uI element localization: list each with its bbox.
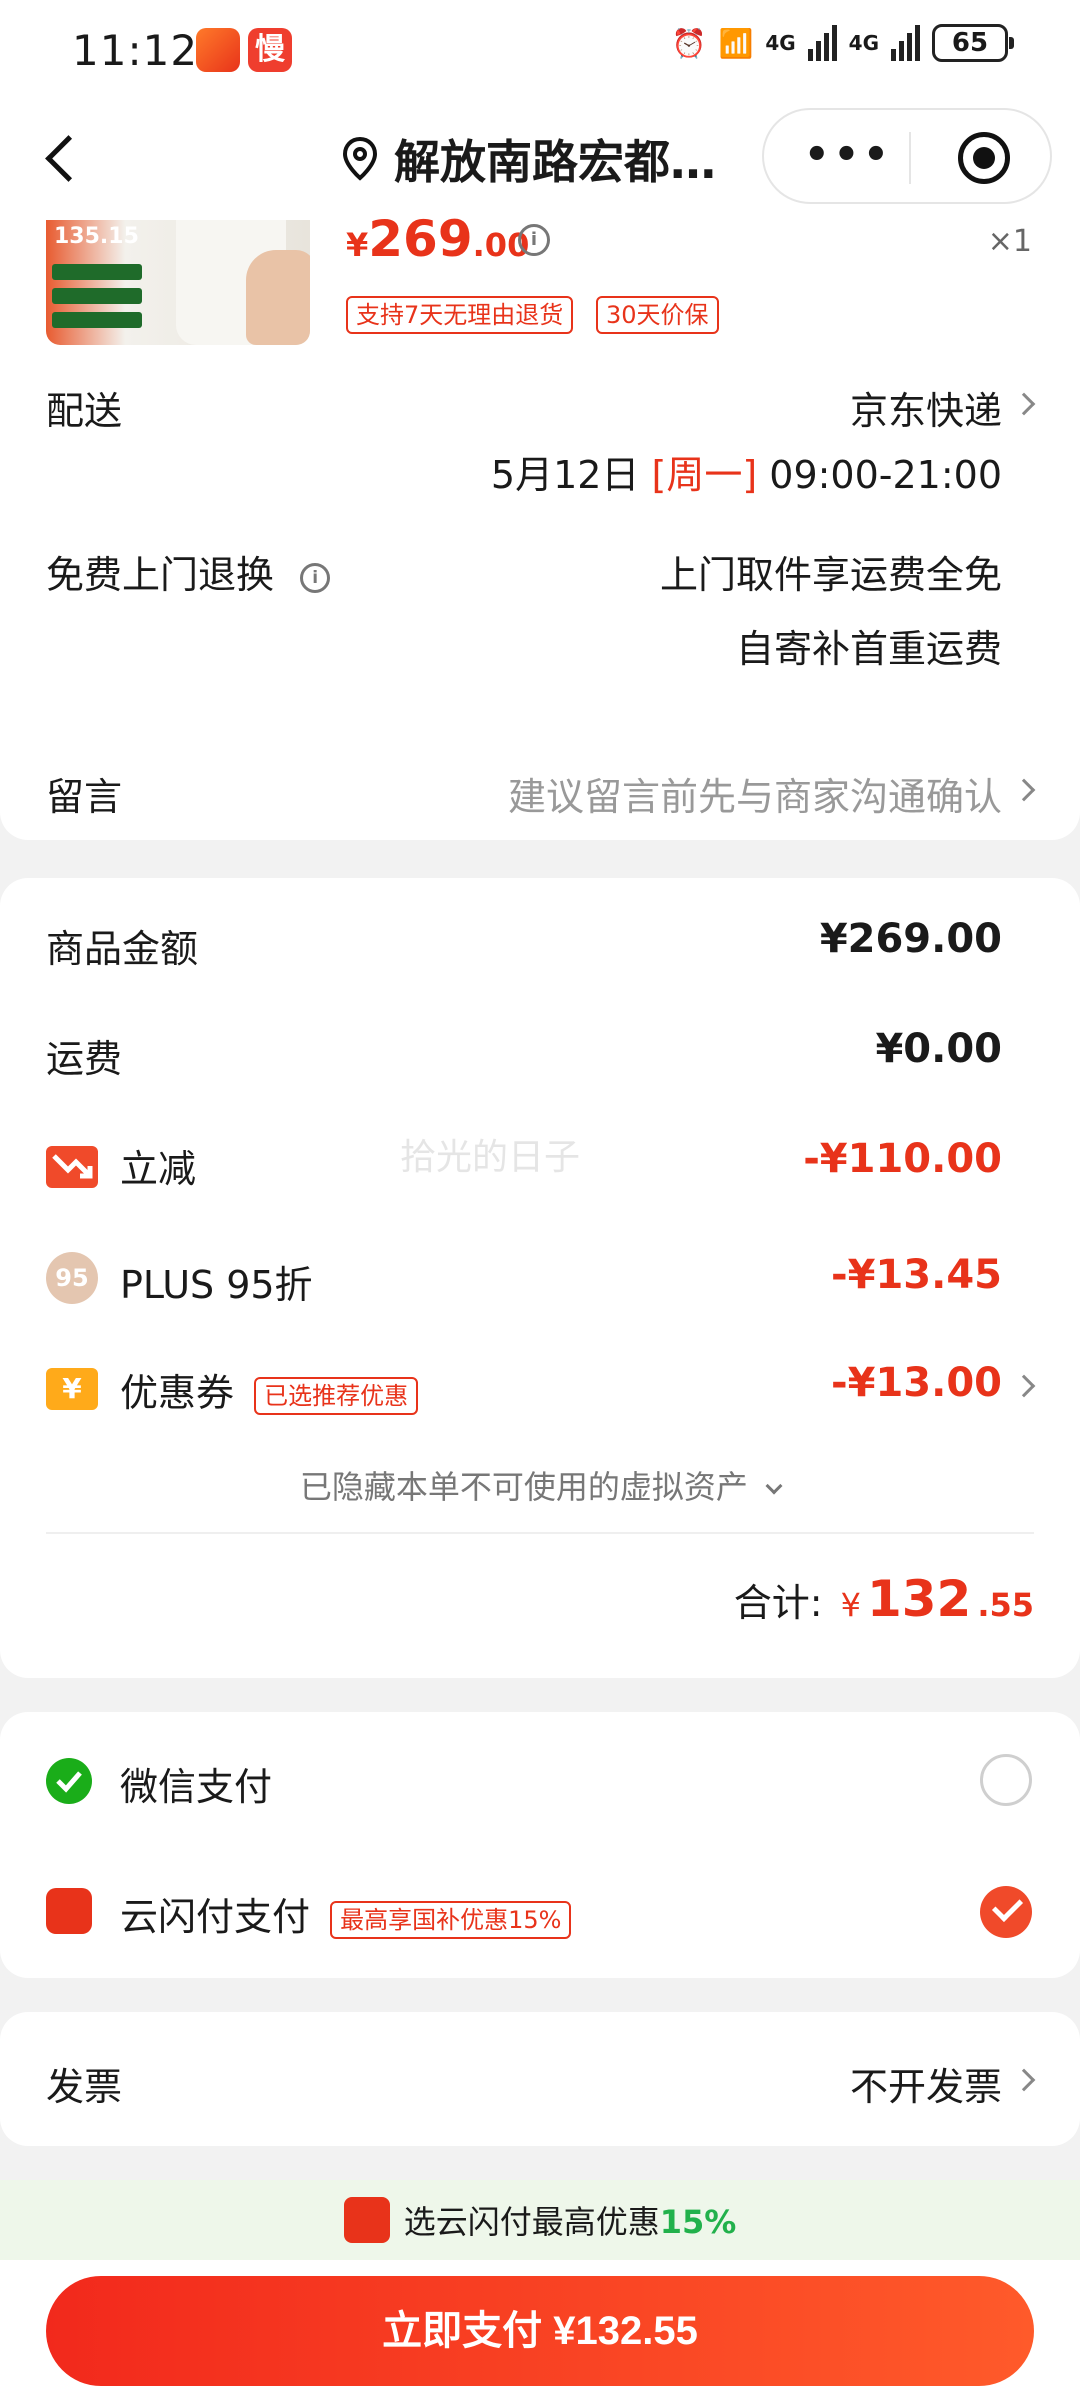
wechat-pay-label[interactable]: 微信支付 (120, 1756, 272, 1811)
watermark: 拾光的日子 (400, 1137, 581, 1178)
status-bar: 11:12 慢 ⏰ 📶 4G 4G 65 (0, 0, 1080, 100)
delivery-weekday: [周一] (651, 453, 758, 497)
thumb-tag-bar (52, 288, 142, 304)
promo-percent: 15% (659, 2203, 737, 2241)
miniprogram-capsule: ••• (762, 108, 1052, 204)
delivery-window: 09:00-21:00 (769, 453, 1002, 497)
app-notification-icon-2: 慢 (248, 28, 292, 72)
capsule-divider (909, 132, 911, 184)
coupon-value[interactable]: -¥13.00 (831, 1360, 1002, 1406)
plus-discount-label: PLUS 95折 (120, 1263, 313, 1307)
location-text: 解放南路宏都… (394, 135, 716, 189)
battery-icon: 65 (932, 24, 1014, 62)
unionpay-icon (46, 1888, 92, 1934)
network-type-1: 4G (765, 31, 796, 55)
coupon-icon: ¥ (46, 1368, 98, 1410)
wechat-pay-icon (46, 1758, 92, 1804)
alarm-icon: ⏰ (671, 26, 707, 60)
delivery-time[interactable]: 5月12日 [周一] 09:00-21:00 (491, 444, 1002, 499)
location-selector[interactable]: 解放南路宏都… (340, 126, 716, 192)
instant-discount-value: -¥110.00 (803, 1136, 1002, 1182)
product-tag-price-protect: 30天价保 (596, 296, 719, 334)
delivery-label: 配送 (46, 389, 123, 433)
total-decimal: .55 (977, 1586, 1034, 1624)
pay-now-button[interactable]: 立即支付 ¥132.55 (46, 2276, 1034, 2386)
product-tag-return: 支持7天无理由退货 (346, 296, 574, 334)
divider (46, 1532, 1034, 1534)
plus-discount-icon: 95 (46, 1252, 98, 1304)
hidden-assets-text: 已隐藏本单不可使用的虚拟资产 (299, 1468, 748, 1506)
total-integer: 132 (866, 1570, 972, 1628)
hidden-assets-toggle[interactable]: 已隐藏本单不可使用的虚拟资产 (0, 1462, 1080, 1508)
delivery-method[interactable]: 京东快递 (850, 380, 1002, 435)
signal-icon-2 (891, 25, 920, 61)
product-image-hand (246, 250, 310, 345)
return-service-line2: 自寄补首重运费 (735, 627, 1002, 671)
chevron-down-icon (765, 1477, 783, 1495)
thumb-tag-bar (52, 312, 142, 328)
thumb-tag-bar (52, 264, 142, 280)
shipping-label: 运费 (46, 1037, 123, 1081)
product-quantity: ×1 (987, 224, 1032, 259)
bottom-bar: 立即支付 ¥132.55 (0, 2260, 1080, 2400)
goods-amount-value: ¥269.00 (819, 916, 1002, 962)
unionpay-icon (343, 2197, 390, 2243)
promo-banner: 选云闪付最高优惠15% (0, 2180, 1080, 2260)
location-pin-icon (342, 136, 378, 181)
return-service-label: 免费上门退换 i (46, 544, 331, 599)
invoice-value[interactable]: 不开发票 (850, 2056, 1002, 2111)
signal-icon (807, 25, 837, 61)
return-service-line1: 上门取件享运费全免 (659, 553, 1002, 597)
unionpay-promo-tag: 最高享国补优惠15% (330, 1900, 572, 1939)
product-thumbnail[interactable]: 135.15 (46, 220, 310, 345)
promo-text: 选云闪付最高优惠15% (404, 2197, 737, 2243)
network-type-2: 4G (848, 31, 879, 55)
unionpay-label[interactable]: 云闪付支付 最高享国补优惠15% (120, 1886, 572, 1941)
message-label: 留言 (46, 775, 123, 819)
price-symbol: ¥ (346, 226, 369, 264)
price-info-icon[interactable]: i (518, 224, 550, 256)
more-icon[interactable]: ••• (804, 135, 893, 175)
plus-discount-value: -¥13.45 (831, 1252, 1002, 1298)
coupon-label[interactable]: 优惠券 已选推荐优惠 (120, 1362, 419, 1417)
delivery-date: 5月12日 (490, 453, 640, 497)
app-notification-icon (196, 28, 240, 72)
invoice-label: 发票 (46, 2065, 123, 2109)
promo-label: 选云闪付最高优惠 (403, 2203, 660, 2241)
back-button[interactable] (30, 122, 100, 192)
message-input[interactable]: 建议留言前先与商家沟通确认 (508, 766, 1002, 821)
wechat-pay-radio[interactable] (980, 1754, 1032, 1806)
nav-bar: 解放南路宏都… ••• (0, 100, 1080, 210)
goods-amount-label: 商品金额 (46, 927, 199, 971)
coupon-tag: 已选推荐优惠 (254, 1376, 419, 1415)
unionpay-text: 云闪付支付 (120, 1895, 311, 1939)
unionpay-radio-selected[interactable] (980, 1886, 1032, 1938)
price-integer: 269 (368, 210, 473, 268)
total-label: 合计: (733, 1581, 823, 1625)
instant-discount-label: 立减 (120, 1147, 197, 1191)
total-symbol: ¥ (840, 1586, 861, 1624)
info-icon[interactable]: i (300, 562, 331, 593)
return-service-text: 免费上门退换 (46, 553, 275, 597)
product-price: ¥269.00 (346, 210, 529, 268)
status-icons: ⏰ 📶 4G 4G 65 (671, 24, 1014, 62)
status-time: 11:12 (72, 26, 199, 75)
discount-arrow-icon (46, 1146, 98, 1188)
wifi-icon: 📶 (718, 26, 754, 60)
thumb-price: 135.15 (54, 224, 139, 249)
shipping-value: ¥0.00 (875, 1026, 1002, 1072)
order-total: 合计: ¥132.55 (734, 1570, 1034, 1628)
close-target-icon[interactable] (958, 132, 1010, 184)
coupon-text: 优惠券 (120, 1371, 235, 1415)
